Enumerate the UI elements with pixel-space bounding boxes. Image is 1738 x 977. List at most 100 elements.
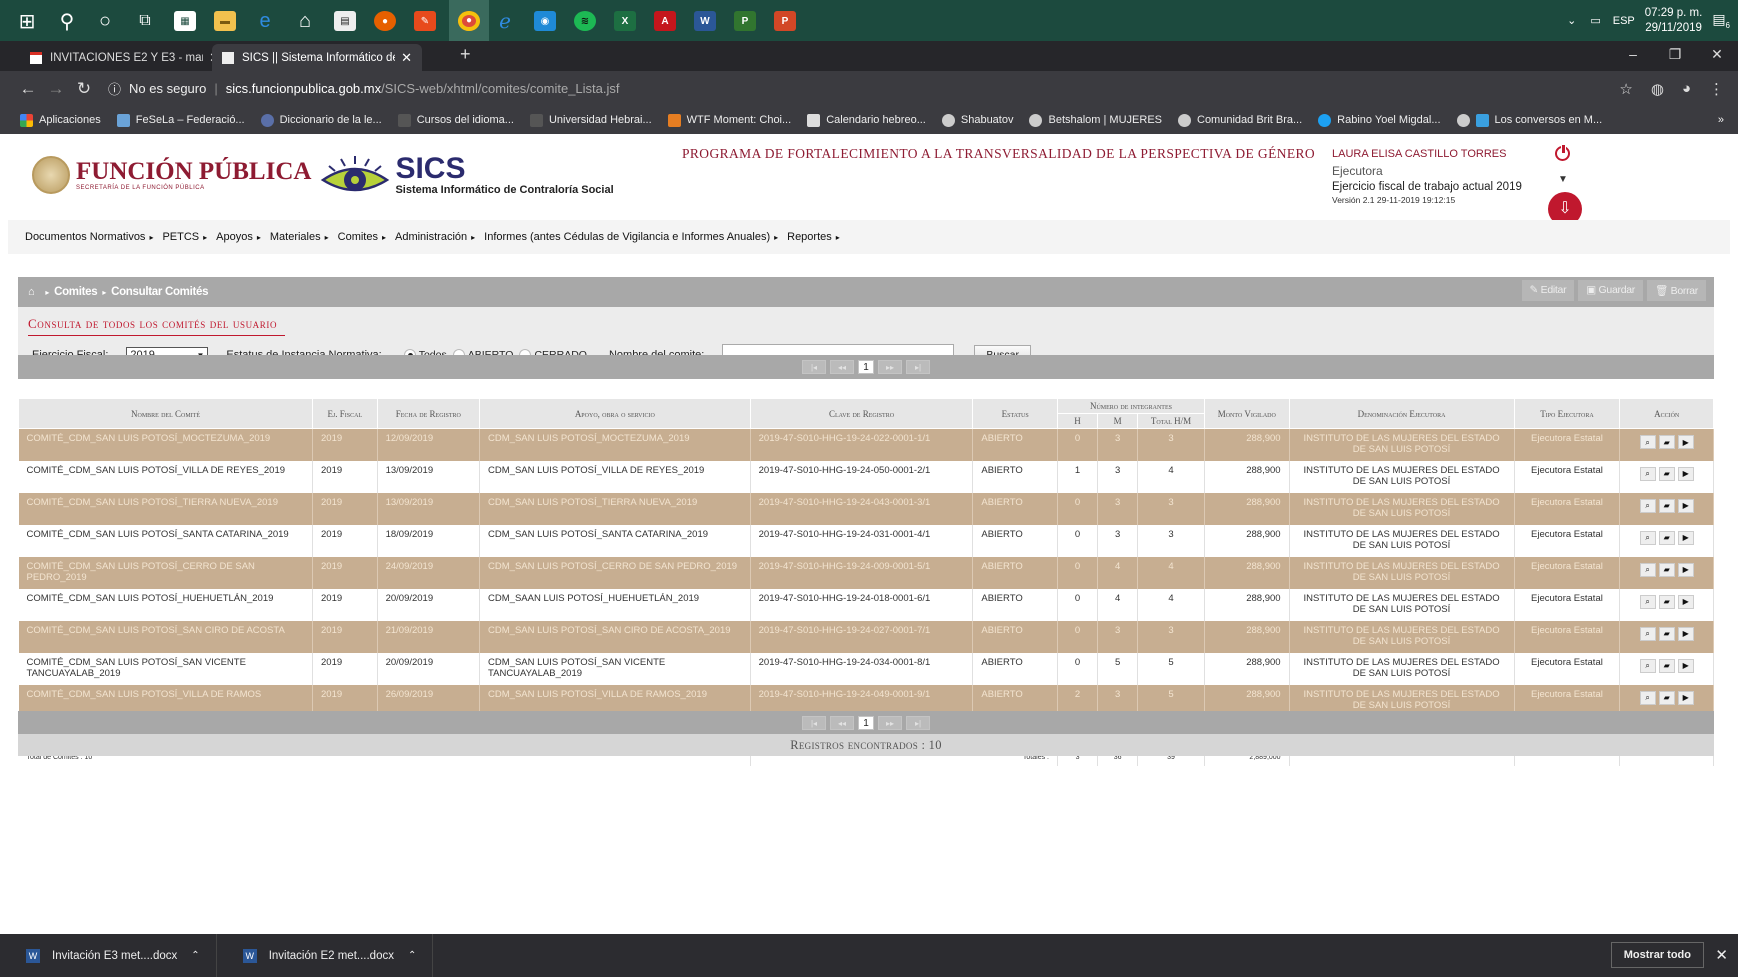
view-icon[interactable]: ⌕ [1639,562,1656,577]
minimize-icon[interactable]: – [1612,41,1654,71]
app-orange-icon[interactable]: ✎ [411,7,439,35]
close-icon[interactable]: ✕ [1715,946,1728,964]
edge-icon[interactable]: e [251,7,279,35]
excel-icon[interactable]: X [611,7,639,35]
chevron-up-icon[interactable]: ⌃ [408,950,416,961]
table-row[interactable]: COMITÉ_CDM_SAN LUIS POTOSÍ_SANTA CATARIN… [18,524,1714,557]
col-fiscal[interactable]: Ej. Fiscal [312,398,378,429]
play-icon[interactable]: ▶ [1677,530,1694,545]
menu-item[interactable]: Apoyos ▸ [216,231,261,243]
folder-icon[interactable]: ▰ [1658,466,1675,481]
col-total[interactable]: Total H/M [1137,413,1205,429]
windows-start-icon[interactable]: ⊞ [13,7,41,35]
menu-item[interactable]: Informes (antes Cédulas de Vigilancia e … [484,231,778,243]
col-h[interactable]: H [1056,413,1099,429]
bookmark-item[interactable]: Rabino Yoel Migdal... [1318,113,1441,127]
bookmark-item[interactable]: Aplicaciones [20,113,101,127]
bookmark-item[interactable]: WTF Moment: Choi... [667,113,791,127]
bookmark-item[interactable]: Calendario hebreo... [807,113,926,127]
file-explorer-icon[interactable]: ▬ [211,7,239,35]
play-icon[interactable]: ▶ [1677,594,1694,609]
first-page-button[interactable]: |◂ [802,360,826,374]
bookmark-item[interactable]: Comunidad Brit Bra... [1178,113,1302,127]
play-icon[interactable]: ▶ [1677,626,1694,641]
notifications-icon[interactable]: ▤6 [1712,11,1730,30]
view-icon[interactable]: ⌕ [1639,498,1656,513]
language-indicator[interactable]: ESP [1613,15,1635,27]
col-fecha[interactable]: Fecha de Registro [376,398,481,429]
bookmark-item[interactable]: Shabuatov [941,113,1013,127]
chrome-icon[interactable]: ● [449,0,489,41]
view-icon[interactable]: ⌕ [1639,530,1656,545]
info-icon[interactable]: ⓘ [108,79,121,98]
menu-icon[interactable]: ⋮ [1709,80,1724,98]
power-icon[interactable] [1555,144,1570,161]
star-icon[interactable]: ☆ [1619,80,1632,98]
menu-item[interactable]: PETCS ▸ [162,231,207,243]
chevron-up-icon[interactable]: ⌃ [191,950,199,961]
clock[interactable]: 07:29 p. m. 29/11/2019 [1645,6,1703,36]
col-clave[interactable]: Clave de Registro [749,398,974,429]
calculator-icon[interactable]: ▤ [331,7,359,35]
tab-invitaciones[interactable]: INVITACIONES E2 Y E3 - marcolin ✕ [20,44,230,71]
caret-down-icon[interactable]: ▼ [1558,174,1568,185]
search-icon[interactable]: ⚲ [53,7,81,35]
table-row[interactable]: COMITÉ_CDM_SAN LUIS POTOSÍ_SAN VICENTE T… [18,652,1714,685]
chevron-up-icon[interactable]: ⌄ [1567,14,1576,27]
play-icon[interactable]: ▶ [1677,690,1694,705]
home-icon[interactable]: ⌂ [28,286,35,298]
firefox-icon[interactable]: ● [371,7,399,35]
folder-icon[interactable]: ▰ [1658,594,1675,609]
table-row[interactable]: COMITÉ_CDM_SAN LUIS POTOSÍ_MOCTEZUMA_201… [18,428,1714,461]
view-icon[interactable]: ⌕ [1639,658,1656,673]
view-icon[interactable]: ⌕ [1639,626,1656,641]
view-icon[interactable]: ⌕ [1639,690,1656,705]
download-item[interactable]: W Invitación E3 met....docx ⌃ [0,934,217,977]
folder-icon[interactable]: ▰ [1658,626,1675,641]
view-icon[interactable]: ⌕ [1639,594,1656,609]
play-icon[interactable]: ▶ [1677,435,1694,449]
bookmark-item[interactable]: Diccionario de la le... [260,113,382,127]
funcion-publica-logo[interactable]: FUNCIÓN PÚBLICA SECRETARÍA DE LA FUNCIÓN… [76,159,311,192]
menu-item[interactable]: Comites ▸ [338,231,386,243]
prev-page-button[interactable]: ◂◂ [830,360,854,374]
menu-item[interactable]: Materiales ▸ [270,231,329,243]
menu-item[interactable]: Reportes ▸ [787,231,840,243]
last-page-button[interactable]: ▸| [906,360,930,374]
view-icon[interactable]: ⌕ [1639,466,1656,481]
folder-icon[interactable]: ▰ [1658,498,1675,513]
current-page-button[interactable]: 1 [858,716,874,730]
col-tipo[interactable]: Tipo Ejecutora [1513,398,1621,429]
extension-icon[interactable]: ◍ [1651,80,1664,98]
last-page-button[interactable]: ▸| [906,716,930,730]
play-icon[interactable]: ▶ [1677,498,1694,513]
home-icon[interactable]: ⌂ [291,7,319,35]
download-item[interactable]: W Invitación E2 met....docx ⌃ [217,934,434,977]
word-icon[interactable]: W [691,7,719,35]
menu-item[interactable]: Documentos Normativos ▸ [25,231,153,243]
profile-avatar[interactable]: ◕ [1682,80,1691,97]
folder-icon[interactable]: ▰ [1658,658,1675,673]
play-icon[interactable]: ▶ [1677,466,1694,481]
prev-page-button[interactable]: ◂◂ [830,716,854,730]
bookmark-item[interactable]: FeSeLa – Federació... [116,113,245,127]
store-icon[interactable]: ▦ [171,7,199,35]
internet-explorer-icon[interactable]: ℯ [491,7,519,35]
project-icon[interactable]: P [731,7,759,35]
first-page-button[interactable]: |◂ [802,716,826,730]
next-page-button[interactable]: ▸▸ [878,716,902,730]
breadcrumb-item[interactable]: Consultar Comités [111,286,208,298]
delete-button[interactable]: 🗑 Borrar [1646,280,1706,301]
bookmark-item[interactable]: Betshalom | MUJERES [1029,113,1162,127]
bookmark-item[interactable]: Los conversos en M... [1456,113,1602,127]
bookmark-item[interactable]: Universidad Hebrai... [529,113,652,127]
col-m[interactable]: M [1097,413,1139,429]
app-blue-icon[interactable]: ◉ [531,7,559,35]
play-icon[interactable]: ▶ [1677,562,1694,577]
new-tab-button[interactable]: + [460,44,471,65]
tab-sics[interactable]: SICS || Sistema Informático de Co ✕ [212,44,422,71]
table-row[interactable]: COMITÉ_CDM_SAN LUIS POTOSÍ_SAN CIRO DE A… [18,620,1714,653]
col-apoyo[interactable]: Apoyo, obra o servicio [479,398,751,429]
edit-button[interactable]: ✎ Editar [1521,280,1575,301]
task-view-icon[interactable]: ⧉ [131,7,159,35]
